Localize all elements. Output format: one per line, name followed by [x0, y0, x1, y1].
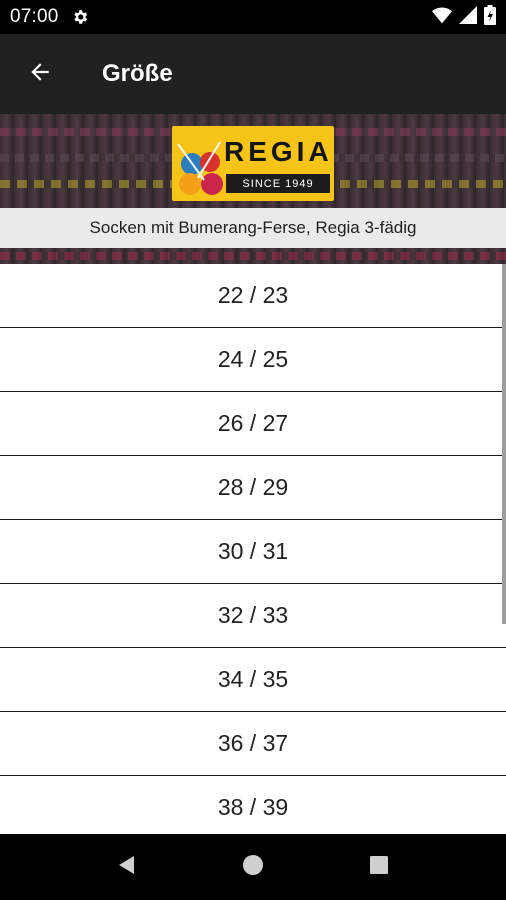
triangle-back-icon — [116, 854, 138, 881]
knit-stripe — [0, 252, 506, 260]
signal-icon — [459, 5, 477, 29]
nav-back-button[interactable] — [64, 834, 190, 900]
settings-gear-icon — [71, 8, 89, 26]
size-item[interactable]: 28 / 29 — [0, 456, 506, 520]
square-recents-icon — [369, 855, 389, 880]
nav-recents-button[interactable] — [316, 834, 442, 900]
logo-text: REGIA — [224, 136, 333, 167]
pattern-subtitle: Socken mit Bumerang-Ferse, Regia 3-fädig — [0, 208, 506, 248]
wifi-icon — [432, 6, 452, 29]
scrollbar[interactable] — [502, 264, 506, 624]
battery-icon — [484, 4, 496, 30]
size-item[interactable]: 26 / 27 — [0, 392, 506, 456]
arrow-back-icon — [27, 59, 53, 90]
back-button[interactable] — [12, 46, 68, 102]
size-item[interactable]: 38 / 39 — [0, 776, 506, 834]
app-bar: Größe — [0, 34, 506, 114]
navigation-bar — [0, 834, 506, 900]
brand-banner: REGIA SINCE 1949 Socken mit Bumerang-Fer… — [0, 114, 506, 264]
logo-since: SINCE 1949 — [226, 174, 330, 193]
size-list[interactable]: 22 / 23 24 / 25 26 / 27 28 / 29 30 / 31 … — [0, 264, 506, 834]
nav-home-button[interactable] — [190, 834, 316, 900]
size-item[interactable]: 24 / 25 — [0, 328, 506, 392]
size-item[interactable]: 36 / 37 — [0, 712, 506, 776]
status-bar: 07:00 — [0, 0, 506, 34]
size-item[interactable]: 22 / 23 — [0, 264, 506, 328]
status-time: 07:00 — [10, 6, 59, 27]
page-title: Größe — [102, 60, 173, 87]
size-item[interactable]: 32 / 33 — [0, 584, 506, 648]
size-item[interactable]: 34 / 35 — [0, 648, 506, 712]
yarn-balls-icon — [177, 141, 223, 195]
regia-logo: REGIA SINCE 1949 — [172, 126, 334, 201]
circle-home-icon — [242, 854, 264, 881]
size-item[interactable]: 30 / 31 — [0, 520, 506, 584]
